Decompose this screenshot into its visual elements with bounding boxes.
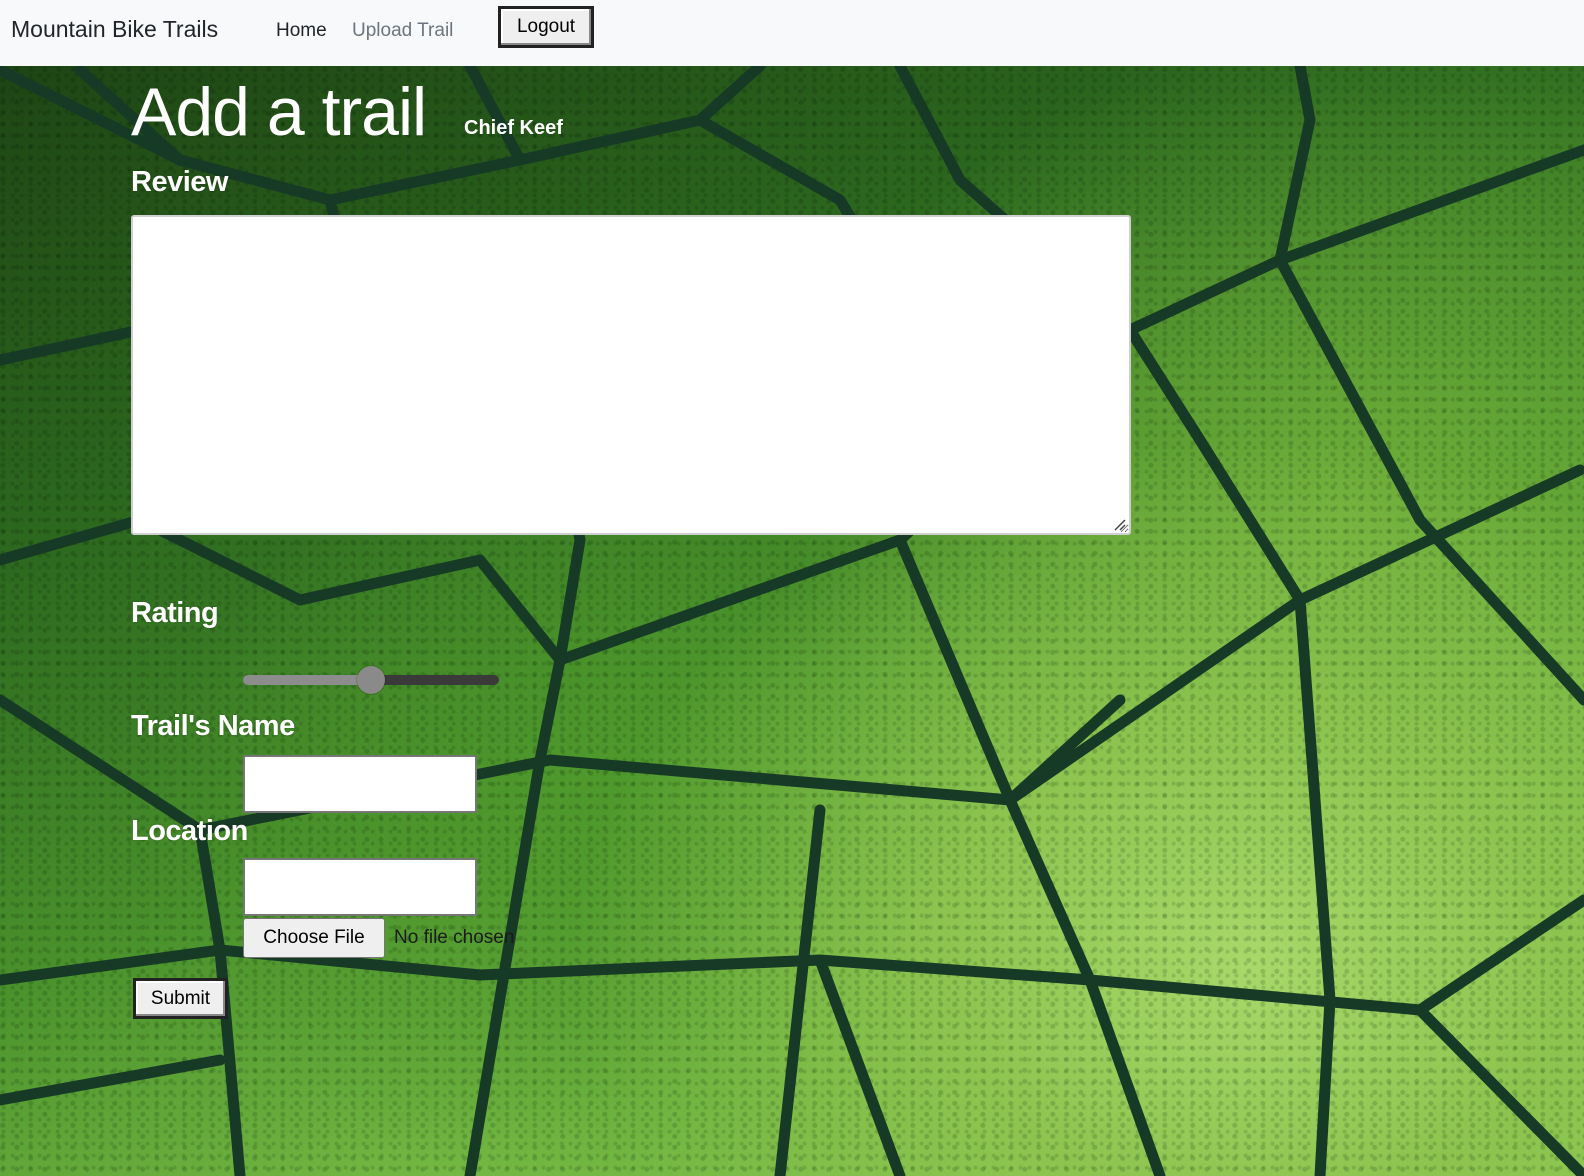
top-navbar: Mountain Bike Trails Home Upload Trail L… [0, 0, 1584, 66]
slider-thumb[interactable] [357, 666, 385, 694]
choose-file-button[interactable]: Choose File [243, 918, 385, 958]
submit-button[interactable]: Submit [133, 978, 228, 1019]
brand-title[interactable]: Mountain Bike Trails [11, 16, 218, 43]
trail-name-input[interactable] [243, 755, 477, 813]
review-textarea[interactable] [131, 215, 1131, 535]
logout-button[interactable]: Logout [498, 6, 594, 48]
file-status-text: No file chosen [394, 927, 515, 948]
location-label: Location [131, 815, 248, 847]
page-title: Add a trail [131, 74, 427, 150]
trail-name-label: Trail's Name [131, 710, 295, 742]
slider-fill [243, 675, 371, 685]
author-name: Chief Keef [464, 117, 563, 139]
location-input[interactable] [243, 858, 477, 916]
nav-link-upload-trail[interactable]: Upload Trail [352, 20, 453, 42]
nav-link-home[interactable]: Home [276, 20, 327, 42]
rating-label: Rating [131, 597, 219, 629]
review-label: Review [131, 166, 228, 198]
rating-slider[interactable] [243, 666, 499, 694]
